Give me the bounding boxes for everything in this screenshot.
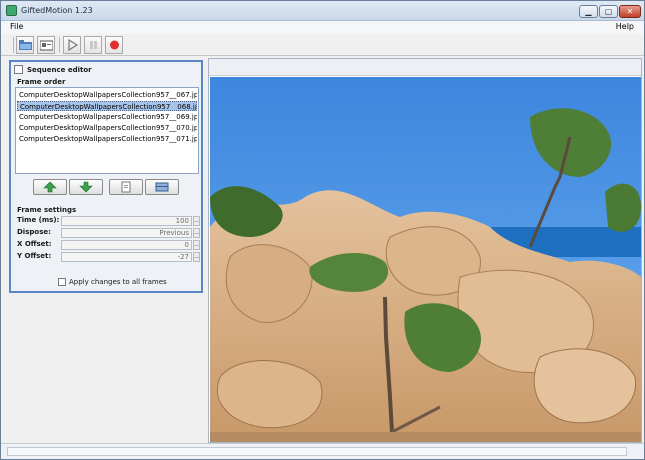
list-item[interactable]: ComputerDesktopWallpapersCollection957__… [17, 123, 197, 133]
app-icon [6, 5, 17, 16]
record-icon [110, 40, 119, 50]
y-offset-label: Y Offset: [17, 252, 52, 260]
minimize-button[interactable]: ▁ [579, 5, 598, 18]
x-offset-field[interactable]: 0 [61, 240, 192, 250]
toolbar-separator [13, 37, 14, 53]
play-icon [68, 39, 79, 51]
maximize-button[interactable]: ▢ [599, 5, 618, 18]
dispose-field[interactable]: Previous [61, 228, 192, 238]
frame-canvas[interactable] [208, 58, 642, 443]
move-up-button[interactable] [33, 179, 67, 195]
menu-file[interactable]: File [10, 22, 23, 31]
menu-help[interactable]: Help [616, 22, 634, 31]
open-button[interactable] [16, 36, 34, 54]
export-button[interactable] [37, 36, 55, 54]
export-icon [40, 40, 53, 51]
pause-button[interactable] [84, 36, 102, 54]
list-item[interactable]: ComputerDesktopWallpapersCollection957__… [17, 134, 197, 144]
status-field [7, 447, 627, 456]
frame-list[interactable]: ComputerDesktopWallpapersCollection957__… [15, 87, 199, 174]
move-down-button[interactable] [69, 179, 103, 195]
remove-frame-icon [155, 182, 169, 192]
list-item[interactable]: ComputerDesktopWallpapersCollection957__… [17, 112, 197, 122]
window-title: GiftedMotion 1.23 [21, 6, 93, 15]
record-button[interactable] [105, 36, 123, 54]
x-offset-label: X Offset: [17, 240, 52, 248]
sequence-editor-panel: Sequence editor Frame order ComputerDesk… [9, 60, 203, 293]
canvas-ruler [209, 59, 641, 76]
toolbar [1, 34, 644, 56]
remove-frame-button[interactable] [145, 179, 179, 195]
time-spinner[interactable] [193, 216, 200, 226]
frame-order-label: Frame order [17, 78, 66, 86]
menu-bar: File Help [1, 21, 644, 34]
title-bar[interactable]: GiftedMotion 1.23 ▁ ▢ ✕ [1, 1, 644, 21]
copy-frame-icon [121, 181, 131, 193]
move-down-icon [79, 181, 93, 193]
close-button[interactable]: ✕ [619, 5, 641, 18]
app-window: GiftedMotion 1.23 ▁ ▢ ✕ File Help Sequen… [0, 0, 645, 460]
play-button[interactable] [63, 36, 81, 54]
frame-preview-image [210, 77, 641, 442]
move-up-icon [43, 181, 57, 193]
sequence-editor-label: Sequence editor [27, 66, 92, 74]
copy-frame-button[interactable] [109, 179, 143, 195]
time-setting: Time (ms): 100 [15, 216, 200, 226]
apply-all-label: Apply changes to all frames [69, 278, 167, 286]
x-offset-spinner[interactable] [193, 240, 200, 250]
dispose-label: Dispose: [17, 228, 51, 236]
apply-all-checkbox[interactable] [58, 278, 66, 286]
list-item[interactable]: ComputerDesktopWallpapersCollection957__… [17, 101, 197, 111]
y-offset-field[interactable]: -27 [61, 252, 192, 262]
y-offset-setting: Y Offset: -27 [15, 252, 200, 262]
status-bar [1, 443, 644, 459]
open-folder-icon [19, 40, 32, 50]
pause-icon [90, 41, 97, 49]
frame-settings-label: Frame settings [17, 206, 77, 214]
dispose-setting: Dispose: Previous [15, 228, 200, 238]
time-field[interactable]: 100 [61, 216, 192, 226]
x-offset-setting: X Offset: 0 [15, 240, 200, 250]
toolbar-separator [59, 37, 60, 53]
list-item[interactable]: ComputerDesktopWallpapersCollection957__… [17, 90, 197, 100]
dispose-spinner[interactable] [193, 228, 200, 238]
y-offset-spinner[interactable] [193, 252, 200, 262]
sequence-editor-checkbox[interactable] [14, 65, 23, 74]
time-label: Time (ms): [17, 216, 60, 224]
